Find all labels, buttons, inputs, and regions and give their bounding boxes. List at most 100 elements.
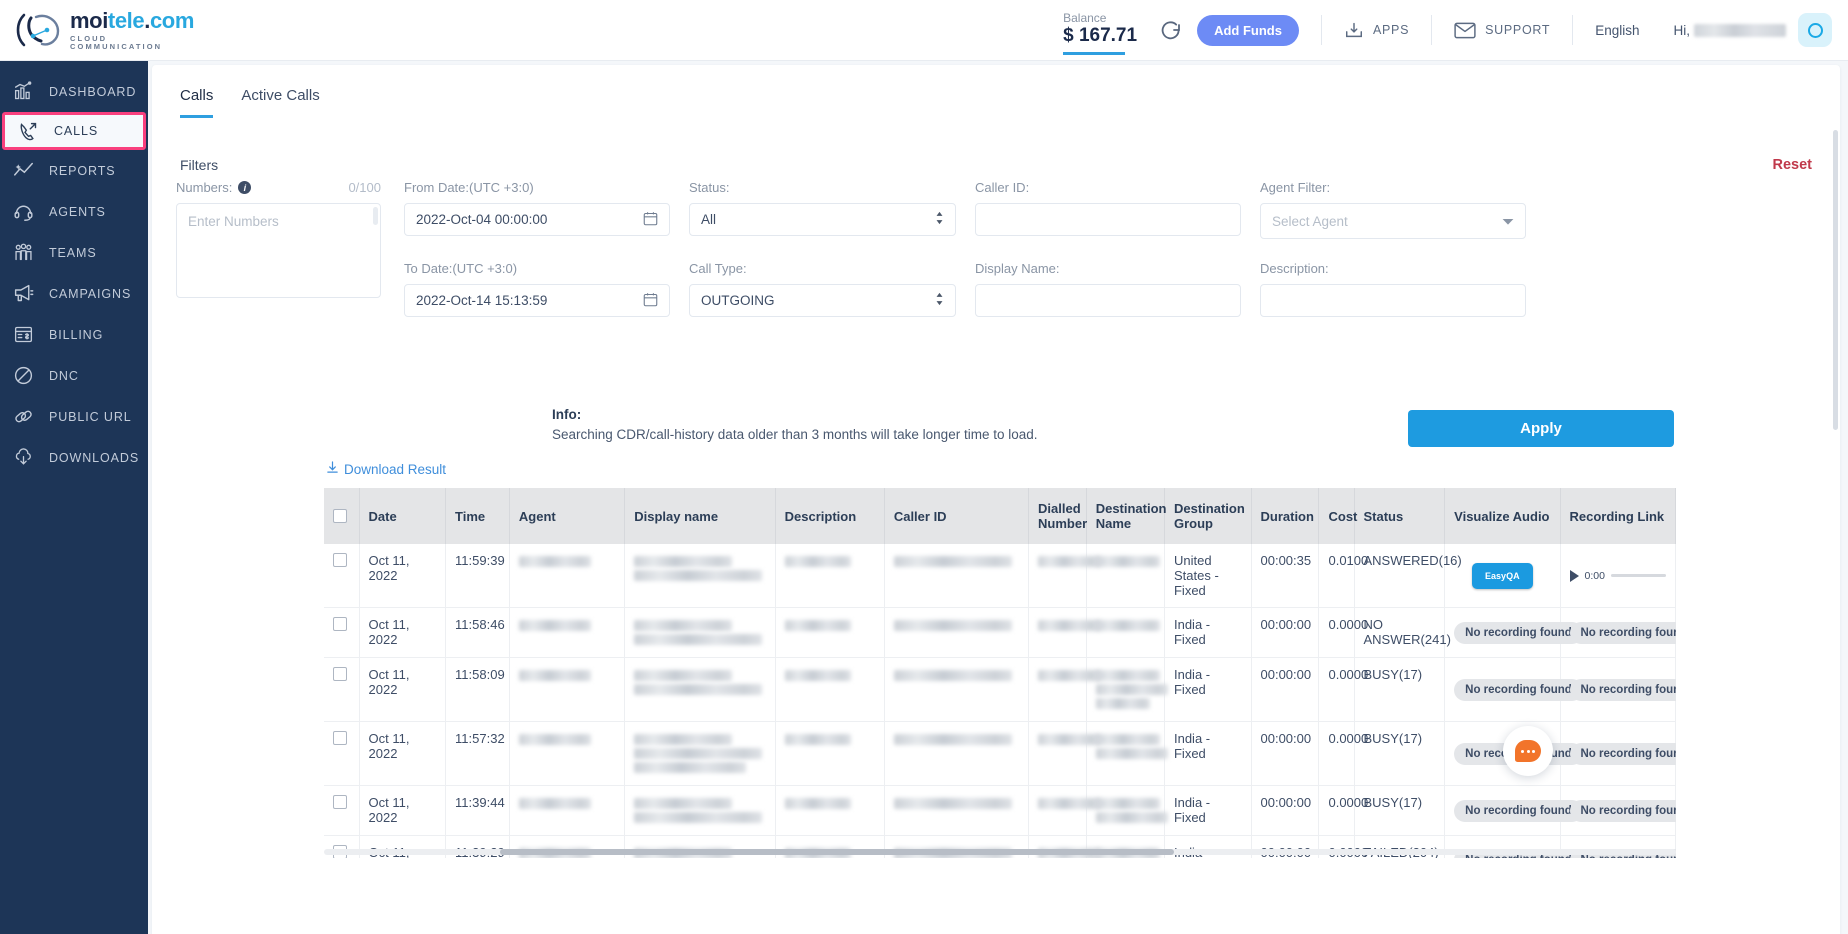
cell-display-name — [624, 544, 776, 608]
language-selector[interactable]: English — [1595, 23, 1639, 38]
play-icon[interactable] — [1569, 569, 1579, 582]
reset-button[interactable]: Reset — [1773, 157, 1813, 173]
cell-destination-group: United States - Fixed — [1164, 544, 1252, 608]
agent-filter-select[interactable]: Select Agent — [1260, 203, 1526, 239]
refresh-icon[interactable] — [1159, 18, 1183, 42]
info-block: Info: Searching CDR/call-history data ol… — [552, 407, 1038, 442]
sidebar-item-label: DNC — [49, 368, 79, 383]
calendar-icon[interactable] — [643, 292, 658, 310]
cell-dialled-number — [1028, 657, 1101, 722]
status-group: Status: All — [689, 180, 956, 236]
add-funds-button[interactable]: Add Funds — [1197, 14, 1299, 46]
cell-dialled-number — [1028, 785, 1101, 836]
redacted-value — [1038, 620, 1101, 631]
select-all-checkbox[interactable] — [333, 509, 347, 523]
cell-destination-group: India - Fixed — [1164, 785, 1252, 836]
balance-underline — [1063, 52, 1126, 55]
player-progress[interactable] — [1610, 574, 1666, 577]
table-row[interactable]: Oct 11, 2022 11:58:46 India - Fixed 00:00:0… — [324, 607, 1676, 658]
sidebar-item-billing[interactable]: BILLING — [0, 314, 148, 355]
col-status[interactable]: Status — [1354, 488, 1446, 544]
call-type-select[interactable]: OUTGOING — [689, 284, 956, 317]
no-entry-icon — [10, 364, 36, 388]
apps-label: APPS — [1372, 23, 1410, 37]
description-input[interactable] — [1260, 284, 1526, 317]
col-date[interactable]: Date — [359, 488, 447, 544]
sidebar-item-downloads[interactable]: DOWNLOADS — [0, 437, 148, 478]
sidebar-item-calls[interactable]: CALLS — [2, 112, 146, 150]
calendar-icon[interactable] — [643, 211, 658, 229]
chat-support-button[interactable] — [1503, 726, 1553, 776]
display-name-input[interactable] — [975, 284, 1241, 317]
sidebar-item-public-url[interactable]: PUBLIC URL — [0, 396, 148, 437]
cell-destination-name — [1086, 785, 1168, 836]
cell-destination-name — [1086, 607, 1165, 658]
audio-player[interactable]: 0:00 — [1569, 569, 1666, 582]
row-checkbox[interactable] — [333, 553, 347, 567]
sidebar-item-teams[interactable]: TEAMS — [0, 232, 148, 273]
col-display-name[interactable]: Display name — [624, 488, 776, 544]
header-divider-2 — [1431, 15, 1433, 45]
calls-table-wrapper: Date Time Agent Display name Description… — [324, 488, 1676, 858]
col-visualize-audio[interactable]: Visualize Audio — [1444, 488, 1561, 544]
col-description[interactable]: Description — [775, 488, 885, 544]
row-checkbox[interactable] — [333, 617, 347, 631]
apps-menu-item[interactable]: APPS — [1344, 20, 1409, 40]
no-recording-badge: No recording found — [1454, 799, 1583, 822]
brand-name-part4: com — [149, 8, 194, 33]
status-select[interactable]: All — [689, 203, 956, 236]
apply-button[interactable]: Apply — [1408, 410, 1674, 447]
col-cost[interactable]: Cost — [1318, 488, 1357, 544]
table-hscroll-thumb[interactable] — [500, 849, 1174, 855]
table-row[interactable]: Oct 11, 2022 11:59:39 United States - Fixe… — [324, 544, 1676, 608]
to-date-input[interactable]: 2022-Oct-14 15:13:59 — [404, 284, 670, 317]
cell-display-name — [624, 721, 776, 786]
col-dialled-number[interactable]: Dialled Number — [1028, 488, 1087, 544]
numbers-scrollbar[interactable] — [373, 207, 378, 225]
select-all-header — [324, 488, 360, 544]
download-result-link[interactable]: Download Result — [326, 461, 446, 477]
row-checkbox[interactable] — [333, 667, 347, 681]
sidebar-item-reports[interactable]: REPORTS — [0, 150, 148, 191]
row-checkbox[interactable] — [333, 731, 347, 745]
megaphone-icon — [10, 282, 36, 306]
info-heading: Info: — [552, 407, 582, 422]
row-checkbox[interactable] — [333, 795, 347, 809]
envelope-icon — [1454, 22, 1476, 39]
numbers-input[interactable]: Enter Numbers — [176, 203, 381, 298]
brand-logo[interactable]: moitele.com CLOUD COMMUNICATION — [0, 9, 194, 51]
redacted-value — [634, 670, 733, 681]
table-row[interactable]: Oct 11, 2022 11:57:32 India - Fixed 00:00:0… — [324, 721, 1676, 786]
page-vscroll-thumb[interactable] — [1833, 130, 1838, 430]
sidebar-item-dnc[interactable]: DNC — [0, 355, 148, 396]
sidebar-item-agents[interactable]: AGENTS — [0, 191, 148, 232]
sidebar-item-campaigns[interactable]: CAMPAIGNS — [0, 273, 148, 314]
table-row[interactable]: Oct 11, 2022 11:39:44 India - Fixed 00:00:0… — [324, 785, 1676, 836]
col-time[interactable]: Time — [445, 488, 510, 544]
col-agent[interactable]: Agent — [509, 488, 626, 544]
table-row[interactable]: Oct 11, 2022 11:58:09 India - Fixed 00:00:0… — [324, 657, 1676, 722]
sidebar-item-dashboard[interactable]: DASHBOARD — [0, 71, 148, 112]
easyqa-button[interactable]: EasyQA — [1472, 562, 1533, 589]
to-date-label: To Date:(UTC +3:0) — [404, 261, 518, 276]
col-destination-name[interactable]: Destination Name — [1086, 488, 1167, 544]
info-tooltip-icon[interactable]: i — [238, 181, 252, 194]
cell-date: Oct 11, 2022 — [359, 544, 447, 608]
cell-cost: 0.0100 — [1318, 544, 1368, 608]
invoice-icon — [10, 323, 36, 347]
from-date-input[interactable]: 2022-Oct-04 00:00:00 — [404, 203, 670, 236]
avatar[interactable] — [1798, 13, 1832, 47]
col-duration[interactable]: Duration — [1251, 488, 1320, 544]
col-recording-link[interactable]: Recording Link — [1560, 488, 1676, 544]
support-menu-item[interactable]: SUPPORT — [1454, 22, 1550, 39]
col-destination-group[interactable]: Destination Group — [1164, 488, 1252, 544]
col-caller-id[interactable]: Caller ID — [884, 488, 1030, 544]
caller-id-input[interactable] — [975, 203, 1241, 236]
cell-display-name — [624, 657, 776, 722]
tab-calls[interactable]: Calls — [180, 87, 214, 118]
tab-active-calls[interactable]: Active Calls — [241, 87, 319, 118]
redacted-value — [1095, 812, 1168, 823]
redacted-value — [784, 734, 851, 745]
table-header-row: Date Time Agent Display name Description… — [324, 488, 1676, 544]
cell-recording-link: 0:00 — [1560, 544, 1676, 608]
